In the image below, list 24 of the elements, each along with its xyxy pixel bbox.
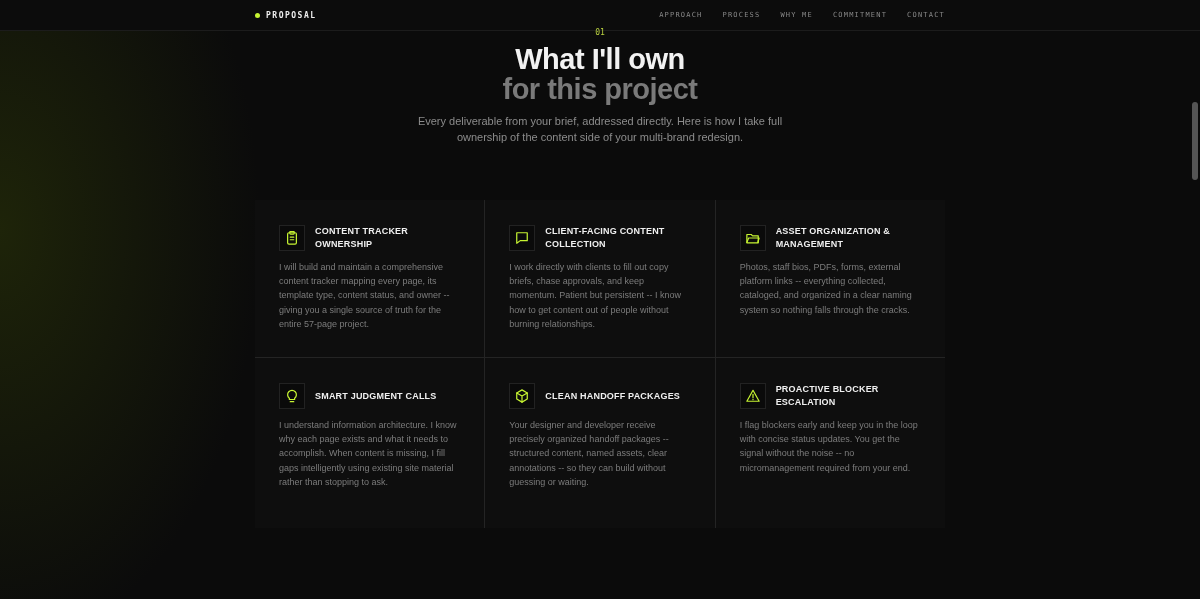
scrollbar-thumb[interactable] — [1192, 102, 1198, 180]
section-subtitle: for this project — [502, 74, 698, 104]
brand-dot — [255, 12, 260, 18]
chat-icon — [515, 231, 530, 245]
card-title: SMART JUDGMENT CALLS — [315, 389, 437, 403]
card-description: I will build and maintain a comprehensive content tracker mapping every page, its template type, content status, and owner -- giving you a single source of truth for the entire 57-page project. — [279, 261, 451, 331]
card-title: CONTENT TRACKER OWNERSHIP — [315, 225, 409, 251]
card-title: PROACTIVE BLOCKER ESCALATION — [775, 383, 880, 409]
box-icon — [515, 389, 530, 403]
card-description: Your designer and developer receive precisely organized handoff packages -- structured content, named assets, clear annotations -- so they can build without guessing or waiting. — [509, 419, 670, 489]
warning-icon — [745, 389, 760, 403]
card-title: CLIENT-FACING CONTENT COLLECTION — [545, 225, 666, 251]
section-title: What I'll own — [515, 44, 685, 74]
card-title: CLEAN HANDOFF PACKAGES — [545, 389, 681, 403]
clipboard-icon — [285, 231, 299, 245]
bulb-icon — [285, 389, 299, 403]
card-title: ASSET ORGANIZATION & MANAGEMENT — [775, 225, 891, 251]
card-description: I work directly with clients to fill out copy briefs, chase approvals, and keep momentum. Patient but persistent -- I know how to get content out of people without burning relationships. — [509, 261, 682, 331]
folder-icon — [745, 231, 760, 245]
section-intro: Every deliverable from your brief, addressed directly. Here is how I take full ownership of the content side of your multi-brand redesign. — [416, 114, 784, 145]
brand-name[interactable]: PROPOSAL — [266, 10, 317, 20]
card-description: Photos, staff bios, PDFs, forms, external platform links -- everything collected, cataloged, and organized in a clear naming system so nothing falls through the cracks. — [739, 261, 913, 317]
section-number: 01 — [595, 28, 605, 39]
card-description: I understand information architecture. I know why each page exists and what it needs to accomplish. When content is missing, I fill gaps intelligently using existing site material rather than stopping to ask. — [279, 419, 458, 489]
